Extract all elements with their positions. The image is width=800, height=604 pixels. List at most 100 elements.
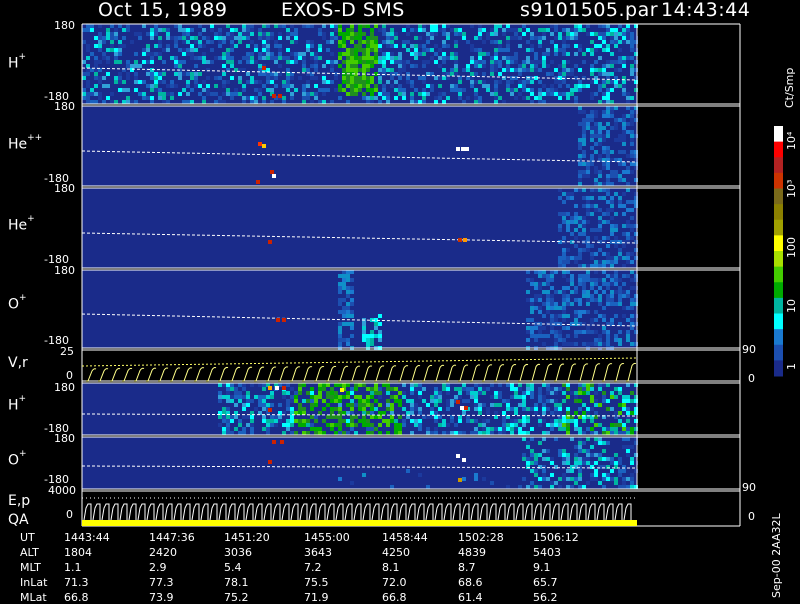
heatmap-cell — [602, 48, 606, 52]
heatmap-cell — [602, 473, 606, 477]
heatmap-cell — [198, 72, 202, 76]
heatmap-cell — [174, 64, 178, 68]
heatmap-cell — [318, 431, 322, 435]
heatmap-cell — [374, 399, 378, 403]
heatmap-cell — [246, 24, 250, 28]
heatmap-cell — [630, 286, 634, 290]
heatmap-cell — [214, 76, 218, 80]
heatmap-cell — [290, 40, 294, 44]
orbit-row-label: ALT — [20, 546, 39, 559]
heatmap-cell — [338, 52, 342, 56]
heatmap-cell — [626, 330, 630, 334]
heatmap-cell — [618, 485, 622, 489]
heatmap-cell — [218, 415, 222, 419]
heatmap-cell — [602, 68, 606, 72]
heatmap-cell — [630, 150, 634, 154]
heatmap-cell — [402, 391, 406, 395]
orbit-cell: 71.3 — [64, 576, 89, 589]
heatmap-cell — [354, 68, 358, 72]
heatmap-cell — [354, 387, 358, 391]
orbit-row-label: UT — [20, 531, 35, 544]
heatmap-cell — [602, 92, 606, 96]
heatmap-cell — [194, 48, 198, 52]
heatmap-cell — [598, 80, 602, 84]
heatmap-cell — [310, 84, 314, 88]
heatmap-cell — [562, 220, 566, 224]
heatmap-cell — [570, 278, 574, 282]
heatmap-cell — [318, 387, 322, 391]
heatmap-cell — [98, 76, 102, 80]
heatmap-cell — [602, 264, 606, 268]
heatmap-cell — [274, 423, 278, 427]
heatmap-cell — [590, 252, 594, 256]
heatmap-cell — [414, 383, 418, 387]
heatmap-cell — [290, 395, 294, 399]
heatmap-cell — [414, 88, 418, 92]
heatmap-cell — [94, 56, 98, 60]
heatmap-cell — [482, 28, 486, 32]
heatmap-cell — [534, 60, 538, 64]
heatmap-cell — [630, 48, 634, 52]
heatmap-cell — [578, 122, 582, 126]
ep-step — [407, 503, 416, 521]
heatmap-cell — [350, 84, 354, 88]
heatmap-cell — [362, 322, 366, 326]
heatmap-cell — [314, 403, 318, 407]
heatmap-cell — [290, 419, 294, 423]
heatmap-cell — [354, 84, 358, 88]
heatmap-cell — [270, 76, 274, 80]
heatmap-cell — [326, 88, 330, 92]
heatmap-cell — [446, 399, 450, 403]
vr-ramp — [626, 362, 637, 382]
heatmap-cell — [294, 28, 298, 32]
heatmap-cell — [130, 40, 134, 44]
heatmap-cell — [454, 32, 458, 36]
heatmap-cell — [502, 32, 506, 36]
heatmap-cell — [454, 387, 458, 391]
heatmap-cell — [494, 80, 498, 84]
heatmap-cell — [582, 138, 586, 142]
heatmap-cell — [618, 134, 622, 138]
heatmap-cell — [614, 28, 618, 32]
heatmap-cell — [246, 399, 250, 403]
heatmap-cell — [558, 84, 562, 88]
heatmap-cell — [614, 481, 618, 485]
heatmap-cell — [366, 427, 370, 431]
spectrogram-figure — [81, 23, 783, 527]
heatmap-cell — [478, 403, 482, 407]
heatmap-cell — [590, 399, 594, 403]
heatmap-cell — [102, 56, 106, 60]
heatmap-cell — [266, 52, 270, 56]
heatmap-cell — [426, 80, 430, 84]
heatmap-cell — [578, 44, 582, 48]
heatmap-cell — [514, 88, 518, 92]
heatmap-cell — [622, 244, 626, 248]
heatmap-cell — [518, 80, 522, 84]
heatmap-cell — [626, 96, 630, 100]
heatmap-cell — [578, 28, 582, 32]
heatmap-cell — [294, 40, 298, 44]
heatmap-cell — [622, 204, 626, 208]
heatmap-cell — [346, 391, 350, 395]
heatmap-cell — [430, 36, 434, 40]
heatmap-cell — [594, 411, 598, 415]
ep-step — [551, 503, 560, 521]
heatmap-cell — [246, 415, 250, 419]
heatmap-cell — [154, 32, 158, 36]
heatmap-cell — [618, 423, 622, 427]
heatmap-cell — [486, 407, 490, 411]
heatmap-cell — [314, 415, 318, 419]
heatmap-cell — [490, 60, 494, 64]
heatmap-cell — [590, 84, 594, 88]
heatmap-cell — [270, 52, 274, 56]
heatmap-cell — [570, 473, 574, 477]
heatmap-cell — [506, 40, 510, 44]
heatmap-cell — [198, 56, 202, 60]
heatmap-cell — [566, 383, 570, 387]
heatmap-cell — [582, 449, 586, 453]
heatmap-cell — [630, 391, 634, 395]
heatmap-cell — [534, 457, 538, 461]
heatmap-cell — [106, 36, 110, 40]
heatmap-cell — [234, 395, 238, 399]
heatmap-cell — [254, 419, 258, 423]
